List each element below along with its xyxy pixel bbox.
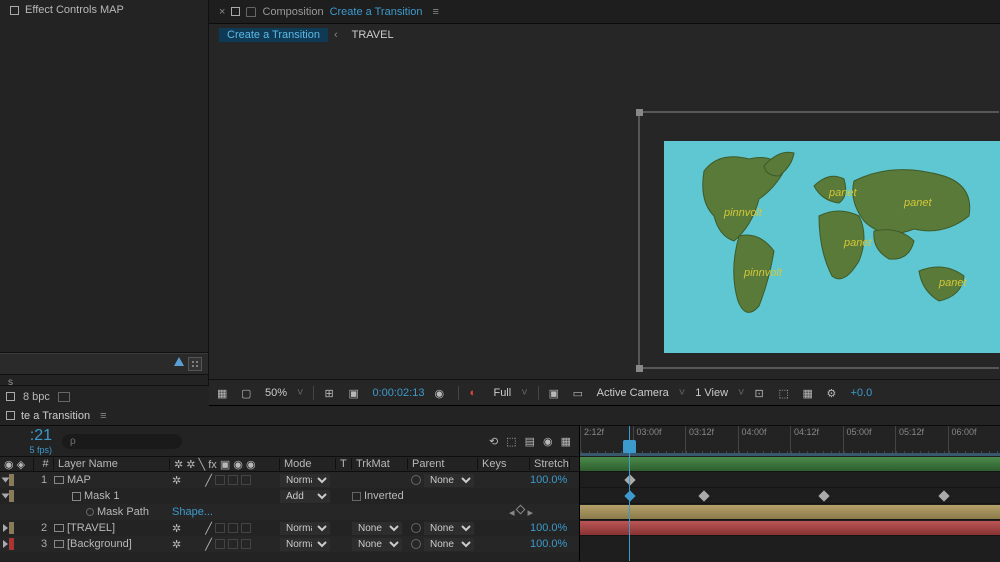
trkmat[interactable]: None <box>352 538 402 551</box>
keyframe[interactable] <box>624 490 635 501</box>
tool-icon[interactable]: ⟲ <box>489 435 498 448</box>
inverted-checkbox[interactable] <box>352 492 361 501</box>
pickwhip-icon[interactable] <box>411 523 421 533</box>
stretch-value[interactable]: 100.0% <box>530 474 570 486</box>
layer-row[interactable]: 2[TRAVEL]✲╱NormalNoneNone100.0% <box>0 520 579 536</box>
label-color[interactable] <box>9 474 14 486</box>
twirl-icon[interactable] <box>3 524 8 532</box>
breadcrumb-item[interactable]: TRAVEL <box>344 28 402 42</box>
transform-handle[interactable] <box>636 365 643 372</box>
ruler-tick[interactable]: 06:00f <box>948 426 1000 455</box>
keyframe[interactable] <box>698 490 709 501</box>
tool-icon[interactable]: ◉ <box>543 435 553 448</box>
twirl-icon[interactable] <box>3 540 8 548</box>
svg-text:panet: panet <box>843 237 872 249</box>
panel-icon <box>10 6 19 15</box>
shape-link[interactable]: Shape... <box>172 506 213 518</box>
svg-text:pinnvolt: pinnvolt <box>743 267 783 279</box>
layer-bar[interactable] <box>580 505 1000 519</box>
ruler-tick[interactable]: 03:12f <box>685 426 738 455</box>
stretch-value[interactable]: 100.0% <box>530 522 570 534</box>
layer-row[interactable]: Mask 1AddInverted <box>0 488 579 504</box>
ruler-tick[interactable]: 04:00f <box>738 426 791 455</box>
svg-text:panet: panet <box>903 197 932 209</box>
mask-mode[interactable]: Add <box>280 490 330 503</box>
render-icon[interactable] <box>6 392 15 401</box>
trash-icon[interactable] <box>58 392 70 402</box>
search-input[interactable] <box>62 434 182 449</box>
breadcrumb-active[interactable]: Create a Transition <box>219 28 328 42</box>
grid-icon[interactable] <box>188 357 202 371</box>
ruler-tick[interactable]: 05:00f <box>843 426 896 455</box>
fps-label: 5 fps) <box>0 445 52 455</box>
tool-icon[interactable]: ⬚ <box>506 435 516 448</box>
tool-icon[interactable]: ▤ <box>525 435 535 448</box>
layer-bar[interactable] <box>580 457 1000 471</box>
timeline-tracks[interactable]: 2:12f03:00f03:12f04:00f04:12f05:00f05:12… <box>580 426 1000 561</box>
ruler-tick[interactable]: 03:00f <box>633 426 686 455</box>
pickwhip-icon[interactable] <box>411 539 421 549</box>
panel-menu-icon[interactable]: ≡ <box>433 6 439 18</box>
parent-dropdown[interactable]: None <box>424 474 474 487</box>
label-color[interactable] <box>9 522 14 534</box>
transform-handle[interactable] <box>636 109 643 116</box>
column-headers: ◉ ◈ # Layer Name ✲ ✲ ╲ fx ▣ ◉ ◉ Mode T T… <box>0 456 579 472</box>
trkmat[interactable]: None <box>352 522 402 535</box>
tab-icon <box>231 7 240 16</box>
twirl-icon[interactable] <box>2 494 10 499</box>
ruler-tick[interactable]: 05:12f <box>895 426 948 455</box>
layer-row[interactable]: 1MAP✲╱NormalNone100.0% <box>0 472 579 488</box>
breadcrumb: Create a Transition ‹ TRAVEL <box>209 24 1000 46</box>
comp-label: Composition <box>262 6 323 18</box>
playhead[interactable] <box>629 426 630 561</box>
time-ruler[interactable]: 2:12f03:00f03:12f04:00f04:12f05:00f05:12… <box>580 426 1000 456</box>
parent-dropdown[interactable]: None <box>424 538 474 551</box>
tab-close[interactable]: × <box>219 6 225 18</box>
timeline-tab[interactable]: te a Transition <box>15 408 96 424</box>
label-color[interactable] <box>9 490 14 502</box>
current-time[interactable]: :21 <box>0 427 52 445</box>
parent-dropdown[interactable]: None <box>424 522 474 535</box>
timeline-panel: te a Transition ≡ :21 5 fps) ⟲ ⬚ ▤ ◉ ▦ <box>0 405 1000 561</box>
blend-mode[interactable]: Normal <box>280 522 330 535</box>
effect-controls-title: Effect Controls MAP <box>25 4 124 16</box>
svg-text:pinnvolt: pinnvolt <box>723 207 763 219</box>
twirl-icon[interactable] <box>2 478 10 483</box>
stretch-value[interactable]: 100.0% <box>530 538 570 550</box>
layer-row[interactable]: 3[Background]✲╱NormalNoneNone100.0% <box>0 536 579 552</box>
tool-icon[interactable]: ▦ <box>561 435 571 448</box>
keyframe[interactable] <box>624 474 635 485</box>
comp-name[interactable]: Create a Transition <box>330 6 423 18</box>
disclosure-icon[interactable] <box>174 357 184 366</box>
label-color[interactable] <box>9 538 14 550</box>
panel-menu-icon[interactable]: ≡ <box>100 410 106 422</box>
blend-mode[interactable]: Normal <box>280 538 330 551</box>
svg-text:panet: panet <box>828 187 857 199</box>
layer-row[interactable]: Mask PathShape...◂▸ <box>0 504 579 520</box>
layer-bar[interactable] <box>580 521 1000 535</box>
tab-icon <box>6 411 15 420</box>
composition-viewer[interactable]: pinnvolt pinnvolt panet panet panet pane… <box>209 46 1000 379</box>
lock-icon[interactable] <box>246 7 256 17</box>
project-panel-header[interactable] <box>0 353 208 375</box>
bpc-label[interactable]: 8 bpc <box>23 391 50 403</box>
keyframe[interactable] <box>938 490 949 501</box>
map-layer[interactable]: pinnvolt pinnvolt panet panet panet pane… <box>664 141 1000 353</box>
keyframe[interactable] <box>818 490 829 501</box>
chevron-left-icon: ‹ <box>332 29 340 41</box>
composition-panel: × Composition Create a Transition ≡ Crea… <box>209 0 1000 405</box>
blend-mode[interactable]: Normal <box>280 474 330 487</box>
effect-controls-panel: Effect Controls MAP s ics 8 bpc <box>0 0 209 405</box>
pickwhip-icon[interactable] <box>411 475 421 485</box>
ruler-tick[interactable]: 04:12f <box>790 426 843 455</box>
svg-text:panet: panet <box>938 277 967 289</box>
